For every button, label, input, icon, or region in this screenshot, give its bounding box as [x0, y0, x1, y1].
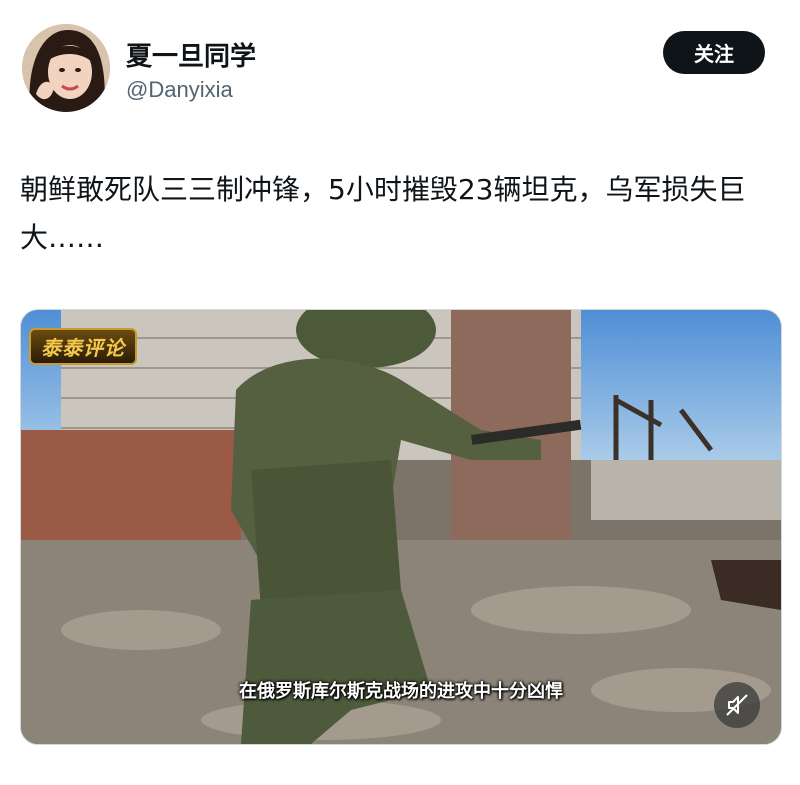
mute-button[interactable] [714, 682, 760, 728]
author-handle[interactable]: @Danyixia [126, 77, 233, 103]
video-subtitle: 在俄罗斯库尔斯克战场的进攻中十分凶悍 [239, 681, 563, 702]
author-display-name[interactable]: 夏一旦同学 [126, 36, 256, 73]
video-player[interactable]: 泰泰评论 在俄罗斯库尔斯克战场的进攻中十分凶悍 [20, 309, 782, 745]
follow-button[interactable]: 关注 [663, 31, 765, 74]
avatar[interactable] [22, 24, 110, 112]
avatar-image [22, 24, 110, 112]
speaker-muted-icon [726, 694, 748, 716]
channel-logo: 泰泰评论 [29, 328, 137, 365]
tweet-text: 朝鲜敢死队三三制冲锋，5小时摧毁23辆坦克，乌军损失巨大…… [20, 173, 746, 254]
